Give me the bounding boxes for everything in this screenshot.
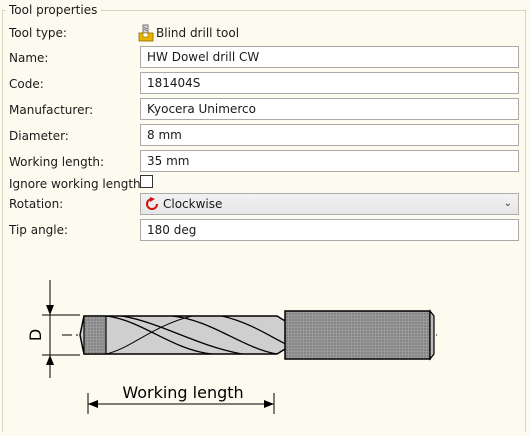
rotation-label: Rotation: <box>9 197 64 211</box>
chevron-down-icon: ⌄ <box>503 198 512 209</box>
manufacturer-field[interactable]: Kyocera Unimerco <box>140 98 519 120</box>
diameter-label: Diameter: <box>9 129 69 143</box>
tip-angle-field[interactable]: 180 deg <box>140 219 519 241</box>
clockwise-arrow-icon <box>146 197 158 210</box>
working-length-field[interactable]: 35 mm <box>140 150 519 172</box>
drill-diagram: D Working length <box>26 280 437 414</box>
code-label: Code: <box>9 77 44 91</box>
tool-type-label: Tool type: <box>9 26 67 40</box>
name-field[interactable]: HW Dowel drill CW <box>140 46 519 68</box>
tip-angle-label: Tip angle: <box>9 223 69 237</box>
ignore-working-length-checkbox[interactable] <box>140 175 153 188</box>
manufacturer-label: Manufacturer: <box>9 103 94 117</box>
diameter-field[interactable]: 8 mm <box>140 124 519 146</box>
rotation-select[interactable]: Clockwise ⌄ <box>140 193 519 215</box>
blind-drill-icon <box>138 24 154 42</box>
name-label: Name: <box>9 51 49 65</box>
working-length-caption: Working length <box>122 383 243 402</box>
tool-type-value: Blind drill tool <box>156 26 240 40</box>
ignore-working-length-label: Ignore working length: <box>9 177 145 191</box>
working-length-label: Working length: <box>9 155 105 169</box>
diameter-symbol: D <box>26 329 45 341</box>
rotation-value: Clockwise <box>163 197 223 211</box>
code-field[interactable]: 181404S <box>140 72 519 94</box>
group-title: Tool properties <box>6 2 101 18</box>
